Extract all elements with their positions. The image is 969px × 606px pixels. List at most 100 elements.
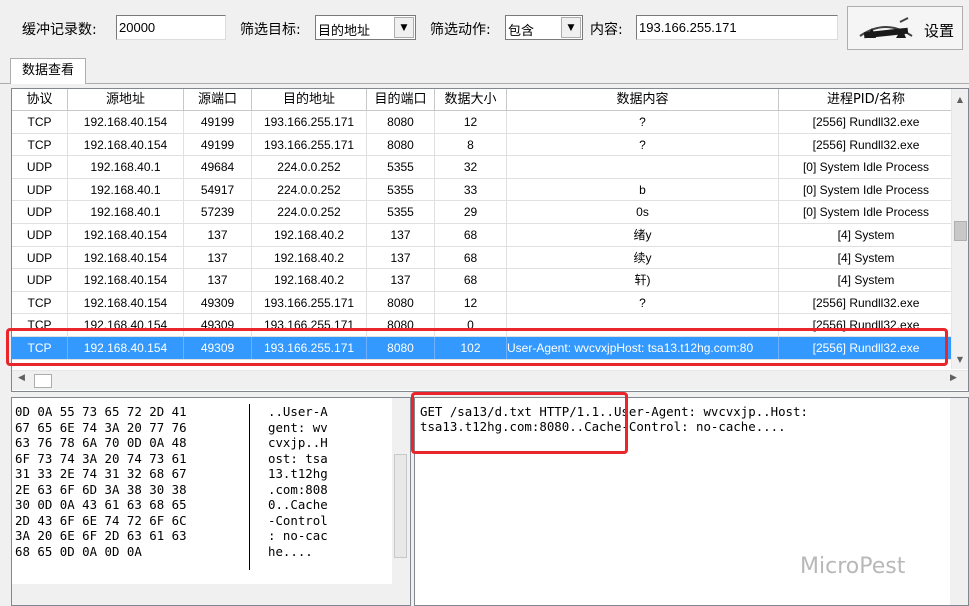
table-row[interactable]: TCP 192.168.40.154 49309 193.166.255.171 808…: [12, 314, 954, 337]
table-cell: TCP: [12, 314, 68, 336]
scrollbar-thumb[interactable]: [954, 221, 967, 241]
table-cell: 192.168.40.154: [68, 223, 184, 246]
text-vertical-scrollbar[interactable]: [950, 398, 968, 605]
table-cell: [2556] Rundll32.exe: [779, 291, 954, 314]
settings-label: 设置: [924, 22, 955, 40]
table-cell: 192.168.40.154: [68, 314, 184, 336]
buffer-count-label: 缓冲记录数:: [22, 22, 97, 38]
table-cell: 192.168.40.154: [68, 111, 184, 133]
hex-vertical-scrollbar[interactable]: [392, 398, 410, 584]
table-cell: 0s: [507, 201, 779, 223]
table-cell: 137: [367, 223, 435, 246]
table-row[interactable]: UDP 192.168.40.154 137 192.168.40.2 137 68 续y[…: [12, 246, 954, 270]
table-cell: 137: [367, 246, 435, 269]
table-row[interactable]: UDP 192.168.40.1 49684 224.0.0.252 5355 32 [0]…: [12, 156, 954, 179]
table-cell: [2556] Rundll32.exe: [779, 336, 954, 359]
table-cell: UDP: [12, 246, 68, 269]
table-vertical-scrollbar[interactable]: ▲ ▼: [951, 89, 968, 369]
scroll-right-icon[interactable]: ▶: [950, 373, 957, 383]
hex-ascii: ..User-A gent: wv cvxjp..H ost: tsa 13.t…: [268, 404, 328, 559]
table-row[interactable]: UDP 192.168.40.1 57239 224.0.0.252 5355 29 0s[…: [12, 201, 954, 224]
table-cell: [2556] Rundll32.exe: [779, 111, 954, 133]
table-row[interactable]: UDP 192.168.40.154 137 192.168.40.2 137 68 绪y[…: [12, 223, 954, 247]
table-cell: 193.166.255.171: [252, 111, 367, 133]
scrollbar-thumb[interactable]: [34, 374, 52, 388]
table-row[interactable]: UDP 192.168.40.154 137 192.168.40.2 137 68 轩)[…: [12, 269, 954, 292]
scrollbar-thumb[interactable]: [394, 454, 407, 558]
column-header[interactable]: 目的端口: [367, 89, 435, 111]
settings-icon: [859, 17, 913, 39]
table-cell: TCP: [12, 133, 68, 156]
chevron-down-icon[interactable]: ▼: [394, 17, 414, 38]
table-cell: 68: [435, 246, 507, 269]
table-cell: 192.168.40.1: [68, 201, 184, 223]
table-cell: 32: [435, 156, 507, 178]
table-cell: 192.168.40.2: [252, 269, 367, 291]
filter-target-select[interactable]: 目的地址 ▼: [315, 15, 416, 40]
table-cell: 192.168.40.154: [68, 133, 184, 156]
table-cell: [4] System: [779, 269, 954, 291]
table-cell: 137: [184, 246, 252, 269]
table-cell: 12: [435, 291, 507, 314]
hex-view[interactable]: 0D 0A 55 73 65 72 2D 41 67 65 6E 74 3A 2…: [11, 397, 411, 606]
table-cell: 224.0.0.252: [252, 156, 367, 178]
table-cell: 8080: [367, 336, 435, 359]
table-cell: 137: [184, 223, 252, 246]
table-cell: [2556] Rundll32.exe: [779, 314, 954, 336]
table-cell: ?: [507, 291, 779, 314]
content-label: 内容:: [590, 22, 623, 38]
table-cell: UDP: [12, 178, 68, 201]
scroll-up-icon[interactable]: ▲: [952, 91, 968, 108]
table-cell: [507, 156, 779, 178]
scroll-left-icon[interactable]: ◀: [18, 373, 25, 383]
column-header[interactable]: 源地址: [68, 89, 184, 111]
filter-target-label: 筛选目标:: [240, 22, 301, 38]
table-cell: 29: [435, 201, 507, 223]
scroll-down-icon[interactable]: ▼: [952, 351, 968, 368]
table-cell: 0: [435, 314, 507, 336]
table-cell: TCP: [12, 111, 68, 133]
table-cell: 193.166.255.171: [252, 336, 367, 359]
table-cell: UDP: [12, 269, 68, 291]
table-cell: 49684: [184, 156, 252, 178]
table-cell: [507, 314, 779, 336]
hex-horizontal-scrollbar[interactable]: [12, 584, 410, 605]
settings-button[interactable]: 设置: [847, 6, 963, 50]
table-row[interactable]: TCP 192.168.40.154 49199 193.166.255.171 808…: [12, 133, 954, 157]
column-header[interactable]: 进程PID/名称: [779, 89, 954, 111]
table-row[interactable]: TCP 192.168.40.154 49309 193.166.255.171 808…: [12, 291, 954, 315]
packet-table: 协议 源地址 源端口 目的地址 目的端口 数据大小 数据内容 进程PID/名称 TCP 192.…: [11, 88, 969, 392]
table-cell: 5355: [367, 156, 435, 178]
column-header[interactable]: 目的地址: [252, 89, 367, 111]
packet-text-content: GET /sa13/d.txt HTTP/1.1..User-Agent: wv…: [420, 404, 816, 434]
table-cell: 192.168.40.1: [68, 178, 184, 201]
column-header[interactable]: 协议: [12, 89, 68, 111]
table-cell: 192.168.40.1: [68, 156, 184, 178]
table-row[interactable]: TCP 192.168.40.154 49309 193.166.255.171 808…: [12, 336, 954, 360]
table-cell: 137: [184, 269, 252, 291]
filter-target-value: 目的地址: [318, 24, 371, 39]
table-cell: ?: [507, 133, 779, 156]
chevron-down-icon[interactable]: ▼: [561, 17, 581, 38]
table-cell: 57239: [184, 201, 252, 223]
filter-action-select[interactable]: 包含 ▼: [505, 15, 583, 40]
table-cell: [0] System Idle Process: [779, 178, 954, 201]
table-horizontal-scrollbar[interactable]: ◀ ▶: [12, 370, 968, 390]
buffer-count-input[interactable]: 20000: [116, 15, 226, 40]
hex-bytes: 0D 0A 55 73 65 72 2D 41 67 65 6E 74 3A 2…: [15, 404, 187, 559]
table-row[interactable]: UDP 192.168.40.1 54917 224.0.0.252 5355 33 b [0…: [12, 178, 954, 202]
table-cell: 192.168.40.154: [68, 246, 184, 269]
column-header[interactable]: 源端口: [184, 89, 252, 111]
column-header[interactable]: 数据内容: [507, 89, 779, 111]
table-cell: 193.166.255.171: [252, 291, 367, 314]
content-input[interactable]: 193.166.255.171: [636, 15, 838, 40]
tab-data-view[interactable]: 数据查看: [10, 58, 86, 84]
toolbar: 缓冲记录数: 20000 筛选目标: 目的地址 ▼ 筛选动作: 包含 ▼ 内容:…: [0, 0, 969, 54]
table-cell: 49309: [184, 314, 252, 336]
column-header[interactable]: 数据大小: [435, 89, 507, 111]
table-cell: 8: [435, 133, 507, 156]
table-row[interactable]: TCP 192.168.40.154 49199 193.166.255.171 808…: [12, 111, 954, 134]
table-cell: 192.168.40.154: [68, 291, 184, 314]
tab-bar: 数据查看: [0, 56, 969, 84]
table-cell: 193.166.255.171: [252, 314, 367, 336]
